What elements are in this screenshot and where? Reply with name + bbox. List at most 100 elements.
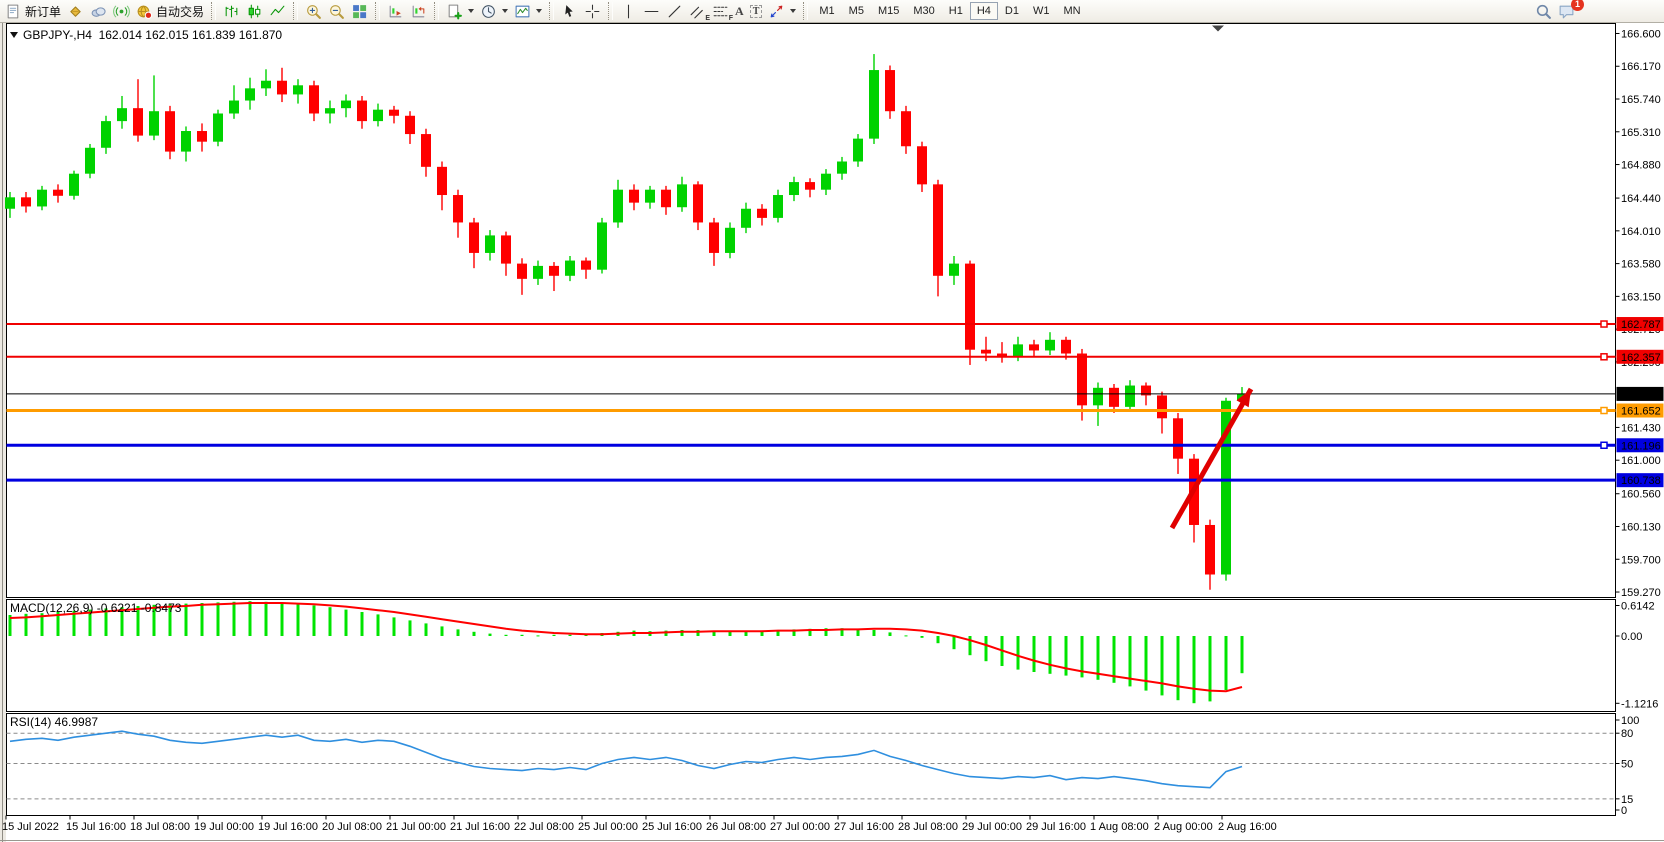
auto-scroll-button[interactable]: [384, 1, 407, 21]
timeframe-m30-button[interactable]: M30: [906, 2, 941, 20]
dropdown-caret-icon: [790, 9, 796, 13]
text-label-tool-button[interactable]: T: [747, 1, 766, 21]
timeframe-d1-button[interactable]: D1: [998, 2, 1026, 20]
price-tick-label: 160.560: [1621, 489, 1661, 501]
candle: [757, 209, 767, 218]
dropdown-caret-icon: [468, 9, 474, 13]
candle: [261, 81, 271, 89]
timeframe-m1-button[interactable]: M1: [812, 2, 841, 20]
candle: [853, 139, 863, 162]
toolbar: 新订单 自动交易: [0, 0, 1664, 23]
template-icon: [514, 3, 531, 20]
price-tick-label: 166.170: [1621, 61, 1661, 73]
equidistant-channel-icon: [689, 3, 706, 20]
cursor-tool-button[interactable]: [558, 1, 581, 21]
time-tick-label: 1 Aug 08:00: [1090, 821, 1149, 833]
chart-shift-icon: [410, 3, 427, 20]
price-tick-label: 164.440: [1621, 193, 1661, 205]
auto-scroll-icon: [387, 3, 404, 20]
chart-shift-button[interactable]: [407, 1, 430, 21]
price-tick-label: 166.600: [1621, 28, 1661, 40]
timeframe-m15-button[interactable]: M15: [871, 2, 906, 20]
rsi-axis: 1008050150: [1616, 715, 1640, 817]
crosshair-tool-button[interactable]: [581, 1, 604, 21]
candle: [69, 174, 79, 196]
vertical-line-tool-button[interactable]: [617, 1, 640, 21]
price-badge-label: 161.870: [1621, 389, 1661, 401]
candle: [437, 167, 447, 195]
candle: [821, 174, 831, 190]
candle: [37, 190, 47, 207]
notifications-button[interactable]: 1: [1555, 1, 1578, 21]
candle: [1061, 340, 1071, 354]
candle: [549, 266, 559, 276]
deposit-button[interactable]: [64, 1, 87, 21]
timeframe-h4-button[interactable]: H4: [970, 2, 998, 20]
tile-windows-button[interactable]: [348, 1, 371, 21]
time-tick-label: 28 Jul 08:00: [898, 821, 958, 833]
macd-label-text: MACD(12,26,9) -0.6221 -0.8473: [10, 601, 181, 615]
auto-trading-button[interactable]: 自动交易: [133, 1, 207, 21]
horizontal-line-tool-button[interactable]: [640, 1, 663, 21]
timeframe-h1-button[interactable]: H1: [942, 2, 970, 20]
rsi-pane: [7, 714, 1616, 816]
candle: [869, 70, 879, 139]
candle: [85, 148, 95, 174]
templates-button[interactable]: [511, 1, 545, 21]
periods-button[interactable]: [477, 1, 511, 21]
signals-button[interactable]: [110, 1, 133, 21]
arrows-tool-button[interactable]: [765, 1, 799, 21]
candle: [517, 264, 527, 279]
chart-canvas[interactable]: 166.600166.170165.740165.310164.880164.4…: [0, 0, 1664, 842]
text-tool-button[interactable]: A: [732, 1, 747, 21]
channel-tool-button[interactable]: E: [686, 1, 709, 21]
price-tick-label: 163.580: [1621, 259, 1661, 271]
candle: [1077, 354, 1087, 406]
candle: [101, 121, 111, 148]
candle: [581, 261, 591, 270]
time-tick-label: 27 Jul 00:00: [770, 821, 830, 833]
time-tick-label: 25 Jul 16:00: [642, 821, 702, 833]
collapse-triangle-icon[interactable]: [10, 32, 18, 38]
candle: [725, 228, 735, 253]
fibonacci-tool-button[interactable]: F: [709, 1, 732, 21]
macd-axis: 0.61420.00-1.1216: [1616, 601, 1659, 711]
zoom-out-button[interactable]: [325, 1, 348, 21]
candle: [197, 131, 207, 142]
candle: [709, 222, 719, 252]
candle: [53, 190, 63, 196]
line-chart-button[interactable]: [266, 1, 289, 21]
search-icon: [1535, 3, 1552, 20]
candle: [741, 209, 751, 228]
accounts-button[interactable]: [87, 1, 110, 21]
timeframe-m5-button[interactable]: M5: [842, 2, 871, 20]
hline-handle: [1601, 321, 1607, 327]
search-button[interactable]: [1532, 1, 1555, 21]
time-axis: 15 Jul 202215 Jul 16:0018 Jul 08:0019 Ju…: [2, 816, 1277, 834]
timeframe-mn-button[interactable]: MN: [1056, 2, 1087, 20]
price-badge-label: 161.652: [1621, 406, 1661, 418]
candle: [565, 261, 575, 276]
candle: [645, 190, 655, 203]
candle: [837, 161, 847, 173]
time-tick-label: 20 Jul 08:00: [322, 821, 382, 833]
dropdown-caret-icon: [502, 9, 508, 13]
candle: [341, 101, 351, 109]
tile-windows-icon: [351, 3, 368, 20]
bar-chart-button[interactable]: [220, 1, 243, 21]
trendline-tool-button[interactable]: [663, 1, 686, 21]
price-tick-label: 161.430: [1621, 422, 1661, 434]
macd-pane: [7, 600, 1616, 712]
toolbar-grip: [549, 2, 554, 20]
candle: [485, 235, 495, 253]
new-chart-button[interactable]: [443, 1, 477, 21]
timeframe-w1-button[interactable]: W1: [1026, 2, 1057, 20]
new-order-button[interactable]: 新订单: [2, 1, 64, 21]
hline-handle: [1601, 442, 1607, 448]
vertical-line-icon: [620, 3, 637, 20]
candle: [965, 264, 975, 350]
candle: [1045, 340, 1055, 351]
time-tick-label: 22 Jul 08:00: [514, 821, 574, 833]
candlestick-chart-button[interactable]: [243, 1, 266, 21]
zoom-in-button[interactable]: [302, 1, 325, 21]
